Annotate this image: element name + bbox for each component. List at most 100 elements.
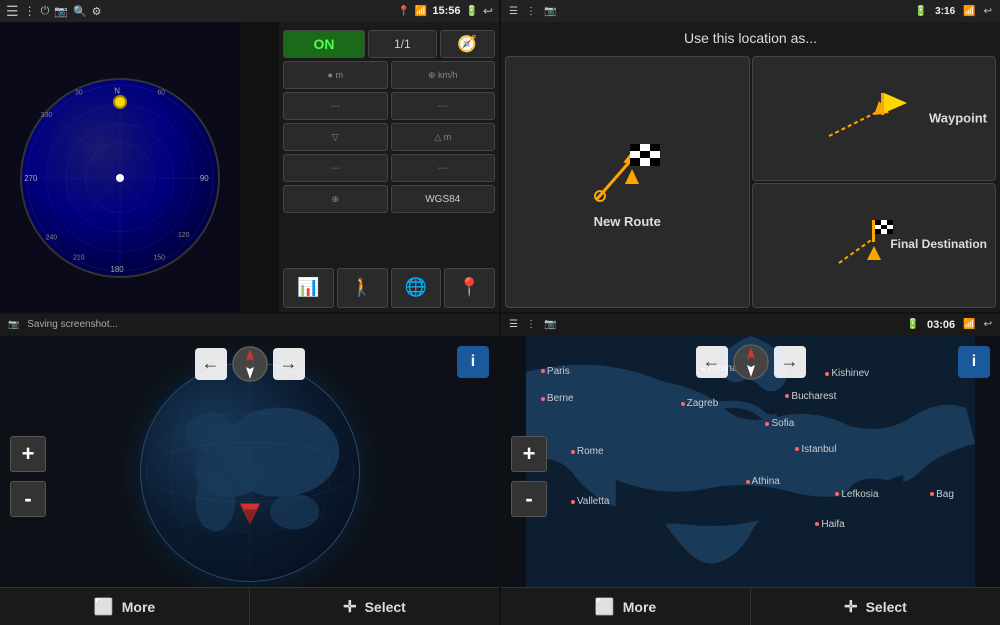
wifi-icon: 📶 [415,6,427,17]
svg-text:210: 210 [73,254,85,261]
more-icon-eu-btn: ⬜ [595,597,615,617]
more-icon[interactable]: ⋮ [24,4,36,18]
page-indicator: 1/1 [368,30,437,58]
city-rome: Rome [571,446,604,457]
svg-text:150: 150 [153,254,165,261]
final-destination-option[interactable]: Final Destination [752,183,997,308]
europe-nav-controls: ← → [696,344,806,380]
select-icon-globe: ✛ [343,597,356,617]
eu-nav-right[interactable]: → [774,346,806,378]
dash-field-4: --- [391,154,496,182]
saving-text: Saving screenshot... [27,319,118,330]
time-display: 15:56 [432,5,460,17]
time-eu: 03:06 [927,319,955,331]
city-lefkosia: Lefkosia [835,489,878,500]
more-icon-loc[interactable]: ⋮ [526,6,536,17]
person-button[interactable]: 🚶 [337,268,388,308]
compass-circle: N 90 180 270 330 30 60 120 150 210 240 [20,78,220,278]
zoom-out-button[interactable]: - [10,481,46,517]
waypoint-icon [819,91,929,146]
menu-icon-loc[interactable]: ☰ [509,6,518,17]
nav-right-button[interactable]: → [273,348,305,380]
city-zagreb: Zagreb [681,398,719,409]
compass-display: N 90 180 270 330 30 60 120 150 210 240 [0,22,240,312]
svg-text:270: 270 [24,174,38,183]
compass-orient-button[interactable]: 🧭 [440,30,495,58]
gps-position-dot [113,95,127,109]
globe-button[interactable]: 🌐 [391,268,442,308]
select-icon-eu: ✛ [844,597,857,617]
europe-topbar: ☰ ⋮ 📷 🔋 03:06 📶 ↩ [501,314,1000,336]
signal-field: ▽ [283,123,388,151]
waypoint-label: Waypoint [929,111,987,126]
camera-icon-eu[interactable]: 📷 [544,319,556,330]
signal-eu: 📶 [963,319,975,330]
back-eu[interactable]: ↩ [984,319,992,330]
back-icon[interactable]: ↩ [483,4,493,18]
svg-text:90: 90 [200,174,209,183]
time-loc: 3:16 [935,6,955,17]
info-button[interactable]: i [457,346,489,378]
camera-icon-loc[interactable]: 📷 [544,6,556,17]
city-valletta: Valletta [571,496,610,507]
info-button-eu[interactable]: i [958,346,990,378]
nav-left-button[interactable]: ← [195,348,227,380]
city-paris: Paris [541,366,570,377]
battery-icon-loc: 🔋 [915,6,927,17]
more-label-globe: More [122,599,155,615]
svg-text:330: 330 [41,112,53,119]
compass-center [116,174,124,182]
dash-field-3: --- [283,154,388,182]
more-icon-eu[interactable]: ⋮ [526,319,536,330]
more-button-eu[interactable]: ⬜ More [501,588,751,625]
chart-button[interactable]: 📊 [283,268,334,308]
svg-text:60: 60 [157,89,165,96]
new-route-icon [582,134,672,214]
select-label-eu: Select [866,599,907,615]
final-destination-label: Final Destination [890,237,987,253]
eu-nav-left[interactable]: ← [696,346,728,378]
new-route-option[interactable]: New Route [505,56,750,308]
wgs-label: WGS84 [391,185,496,213]
menu-icon-eu[interactable]: ☰ [509,319,518,330]
compass-panel: ☰ ⋮ ⏻ 📷 🔍 ⚙ 📍 📶 15:56 🔋 ↩ [0,0,499,312]
globe-map-content: ← → i + - [0,336,499,588]
battery-icon: 🔋 [465,6,477,17]
dash-field-2: --- [391,92,496,120]
eu-nav-compass [733,344,769,380]
city-haifa: Haifa [815,519,844,530]
more-button-globe[interactable]: ⬜ More [0,588,250,625]
gps-on-button[interactable]: ON [283,30,365,58]
settings-icon[interactable]: ⚙ [92,5,102,18]
europe-map-panel: ☰ ⋮ 📷 🔋 03:06 📶 ↩ Paris Berne Rome Valle… [501,314,1000,625]
menu-icon[interactable]: ☰ [6,3,19,20]
globe-map-panel: 📷 Saving screenshot... ← → i + - [0,314,499,625]
city-berne: Berne [541,393,574,404]
select-button-globe[interactable]: ✛ Select [250,588,499,625]
europe-map-content: Paris Berne Rome Valletta Vienna Zagreb … [501,336,1000,588]
globe-topbar: 📷 Saving screenshot... [0,314,499,336]
new-route-label: New Route [594,214,661,229]
more-label-eu: More [623,599,656,615]
globe-bottom-bar: ⬜ More ✛ Select [0,587,499,625]
dash-field-1: --- [283,92,388,120]
gps-info-panel: ON 1/1 🧭 ● m ⊕ km/h --- --- ▽ [279,22,499,312]
zoom-out-eu[interactable]: - [511,481,547,517]
select-button-eu[interactable]: ✛ Select [751,588,1000,625]
power-icon[interactable]: ⏻ [41,5,50,18]
globe-visual [140,362,360,582]
city-istanbul: Istanbul [795,444,836,455]
back-icon-loc[interactable]: ↩ [984,6,992,17]
coord-system: ⊕ [283,185,388,213]
map-nav-controls: ← → [195,346,305,382]
svg-text:240: 240 [46,234,58,241]
pin-button[interactable]: 📍 [444,268,495,308]
camera-icon[interactable]: 📷 [54,5,68,18]
select-label-globe: Select [365,599,406,615]
city-bucharest: Bucharest [785,391,836,402]
waypoint-option[interactable]: Waypoint [752,56,997,181]
zoom-in-eu[interactable]: + [511,436,547,472]
svg-text:120: 120 [178,232,190,239]
search-icon[interactable]: 🔍 [73,5,87,18]
zoom-in-button[interactable]: + [10,436,46,472]
